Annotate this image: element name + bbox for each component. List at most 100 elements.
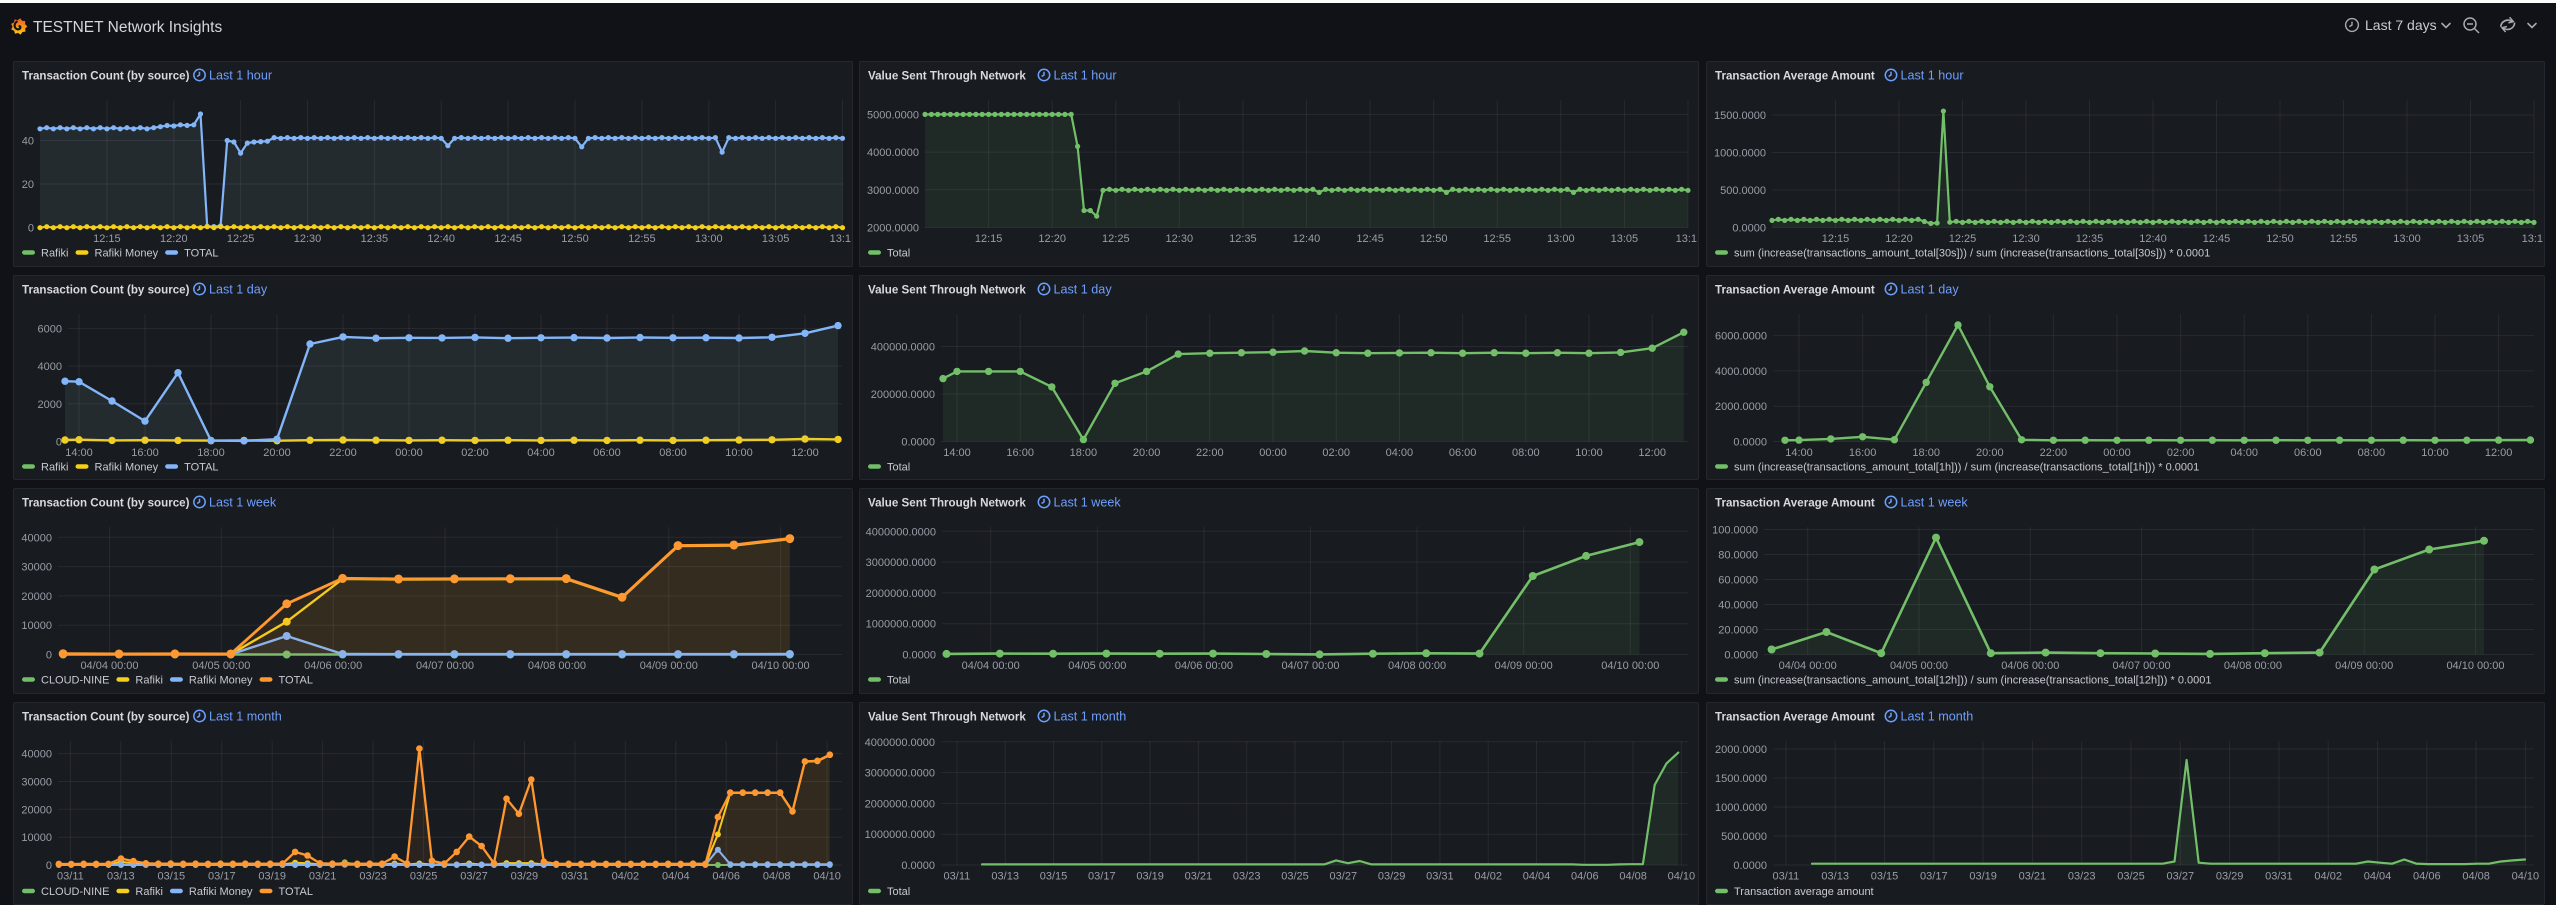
svg-text:02:00: 02:00 — [461, 447, 489, 459]
svg-text:12:45: 12:45 — [2203, 233, 2231, 245]
svg-text:12:45: 12:45 — [494, 233, 522, 245]
svg-text:2000.0000: 2000.0000 — [1715, 744, 1767, 756]
svg-text:40.0000: 40.0000 — [1718, 600, 1758, 612]
svg-text:03/13: 03/13 — [991, 870, 1019, 882]
svg-text:13:05: 13:05 — [762, 233, 790, 245]
svg-text:16:00: 16:00 — [131, 447, 159, 459]
svg-text:Last 1 hour: Last 1 hour — [1054, 69, 1117, 83]
svg-text:22:00: 22:00 — [329, 447, 357, 459]
svg-text:Rafiki: Rafiki — [135, 675, 163, 687]
svg-text:10000: 10000 — [21, 832, 52, 844]
svg-text:0.0000: 0.0000 — [1733, 860, 1767, 872]
svg-text:02:00: 02:00 — [1322, 447, 1350, 459]
svg-text:5000.0000: 5000.0000 — [867, 109, 919, 121]
svg-text:12:20: 12:20 — [160, 233, 188, 245]
svg-text:80.0000: 80.0000 — [1718, 550, 1758, 562]
svg-text:03/23: 03/23 — [359, 870, 387, 882]
svg-text:Last 1 week: Last 1 week — [1054, 496, 1122, 510]
svg-text:03/13: 03/13 — [107, 870, 135, 882]
svg-text:400000.0000: 400000.0000 — [871, 341, 935, 353]
svg-text:Last 1 month: Last 1 month — [1054, 709, 1127, 723]
svg-text:1000000.0000: 1000000.0000 — [865, 829, 935, 841]
svg-text:22:00: 22:00 — [2040, 447, 2068, 459]
svg-text:13:05: 13:05 — [1611, 233, 1639, 245]
svg-text:sum (increase(transactions_amo: sum (increase(transactions_amount_total[… — [1734, 675, 2212, 687]
svg-text:12:35: 12:35 — [2076, 233, 2104, 245]
svg-text:12:15: 12:15 — [93, 233, 121, 245]
svg-text:12:50: 12:50 — [1420, 233, 1448, 245]
svg-text:04/10 00:00: 04/10 00:00 — [2446, 660, 2504, 672]
svg-text:2000: 2000 — [38, 398, 62, 410]
svg-text:Rafiki: Rafiki — [41, 461, 69, 473]
svg-text:sum (increase(transactions_amo: sum (increase(transactions_amount_total[… — [1734, 248, 2210, 260]
svg-text:18:00: 18:00 — [197, 447, 225, 459]
svg-text:Rafiki Money: Rafiki Money — [95, 461, 159, 473]
svg-text:03/13: 03/13 — [1821, 870, 1849, 882]
svg-text:03/31: 03/31 — [2265, 870, 2293, 882]
svg-text:12:25: 12:25 — [1949, 233, 1977, 245]
svg-text:Last 1 hour: Last 1 hour — [1901, 69, 1964, 83]
svg-text:6000.0000: 6000.0000 — [1715, 330, 1767, 342]
svg-text:40000: 40000 — [21, 748, 52, 760]
svg-text:1000000.0000: 1000000.0000 — [866, 619, 936, 631]
svg-text:Value Sent Through Network: Value Sent Through Network — [868, 283, 1026, 296]
svg-text:14:00: 14:00 — [65, 447, 93, 459]
svg-text:13:05: 13:05 — [2457, 233, 2485, 245]
svg-text:20: 20 — [22, 179, 34, 191]
svg-text:04/08 00:00: 04/08 00:00 — [1388, 660, 1446, 672]
svg-text:04/06: 04/06 — [712, 870, 740, 882]
svg-text:12:00: 12:00 — [2485, 447, 2513, 459]
svg-text:03/21: 03/21 — [309, 870, 337, 882]
svg-text:04/02: 04/02 — [1474, 870, 1502, 882]
svg-text:Transaction Count (by source): Transaction Count (by source) — [22, 283, 190, 296]
svg-text:40000: 40000 — [21, 532, 52, 544]
svg-text:0.0000: 0.0000 — [1733, 436, 1767, 448]
svg-text:04/04: 04/04 — [1523, 870, 1551, 882]
svg-text:04/08: 04/08 — [763, 870, 791, 882]
svg-text:04/04: 04/04 — [2364, 870, 2392, 882]
svg-text:Transaction Count (by source): Transaction Count (by source) — [22, 70, 190, 83]
svg-text:04/04 00:00: 04/04 00:00 — [80, 660, 138, 672]
svg-text:TOTAL: TOTAL — [184, 248, 218, 260]
svg-text:13:1: 13:1 — [2522, 233, 2543, 245]
svg-text:Total: Total — [887, 461, 910, 473]
svg-text:04/07 00:00: 04/07 00:00 — [1281, 660, 1339, 672]
svg-text:13:1: 13:1 — [1676, 233, 1697, 245]
svg-text:20000: 20000 — [21, 804, 52, 816]
svg-text:04:00: 04:00 — [1386, 447, 1414, 459]
svg-text:12:20: 12:20 — [1038, 233, 1066, 245]
svg-text:04/06: 04/06 — [1571, 870, 1599, 882]
svg-text:Value Sent Through Network: Value Sent Through Network — [868, 497, 1026, 510]
svg-text:20.0000: 20.0000 — [1718, 625, 1758, 637]
svg-text:03/21: 03/21 — [2019, 870, 2047, 882]
svg-text:04/10: 04/10 — [1668, 870, 1696, 882]
svg-text:12:30: 12:30 — [2012, 233, 2040, 245]
svg-text:12:30: 12:30 — [294, 233, 322, 245]
svg-text:04/09 00:00: 04/09 00:00 — [2335, 660, 2393, 672]
svg-text:12:35: 12:35 — [361, 233, 389, 245]
svg-text:08:00: 08:00 — [1512, 447, 1540, 459]
svg-text:0.0000: 0.0000 — [901, 436, 935, 448]
svg-text:04/10 00:00: 04/10 00:00 — [752, 660, 810, 672]
svg-text:12:50: 12:50 — [2266, 233, 2294, 245]
svg-text:03/29: 03/29 — [1378, 870, 1406, 882]
svg-text:20000: 20000 — [21, 591, 52, 603]
svg-text:12:35: 12:35 — [1229, 233, 1257, 245]
svg-text:04/09 00:00: 04/09 00:00 — [1495, 660, 1553, 672]
svg-text:Rafiki Money: Rafiki Money — [189, 675, 253, 687]
svg-text:04/06 00:00: 04/06 00:00 — [2001, 660, 2059, 672]
svg-text:13:00: 13:00 — [2393, 233, 2421, 245]
svg-text:0.0000: 0.0000 — [901, 860, 935, 872]
svg-text:2000000.0000: 2000000.0000 — [865, 798, 935, 810]
svg-text:CLOUD-NINE: CLOUD-NINE — [41, 675, 109, 687]
svg-text:20:00: 20:00 — [1976, 447, 2004, 459]
svg-text:04/08 00:00: 04/08 00:00 — [528, 660, 586, 672]
svg-text:100.0000: 100.0000 — [1712, 525, 1758, 537]
svg-text:10:00: 10:00 — [1575, 447, 1603, 459]
svg-text:200000.0000: 200000.0000 — [871, 389, 935, 401]
svg-text:03/15: 03/15 — [1040, 870, 1068, 882]
svg-text:Transaction Count (by source): Transaction Count (by source) — [22, 710, 190, 723]
svg-text:60.0000: 60.0000 — [1718, 575, 1758, 587]
svg-text:Transaction Count (by source): Transaction Count (by source) — [22, 497, 190, 510]
svg-text:12:30: 12:30 — [1166, 233, 1194, 245]
